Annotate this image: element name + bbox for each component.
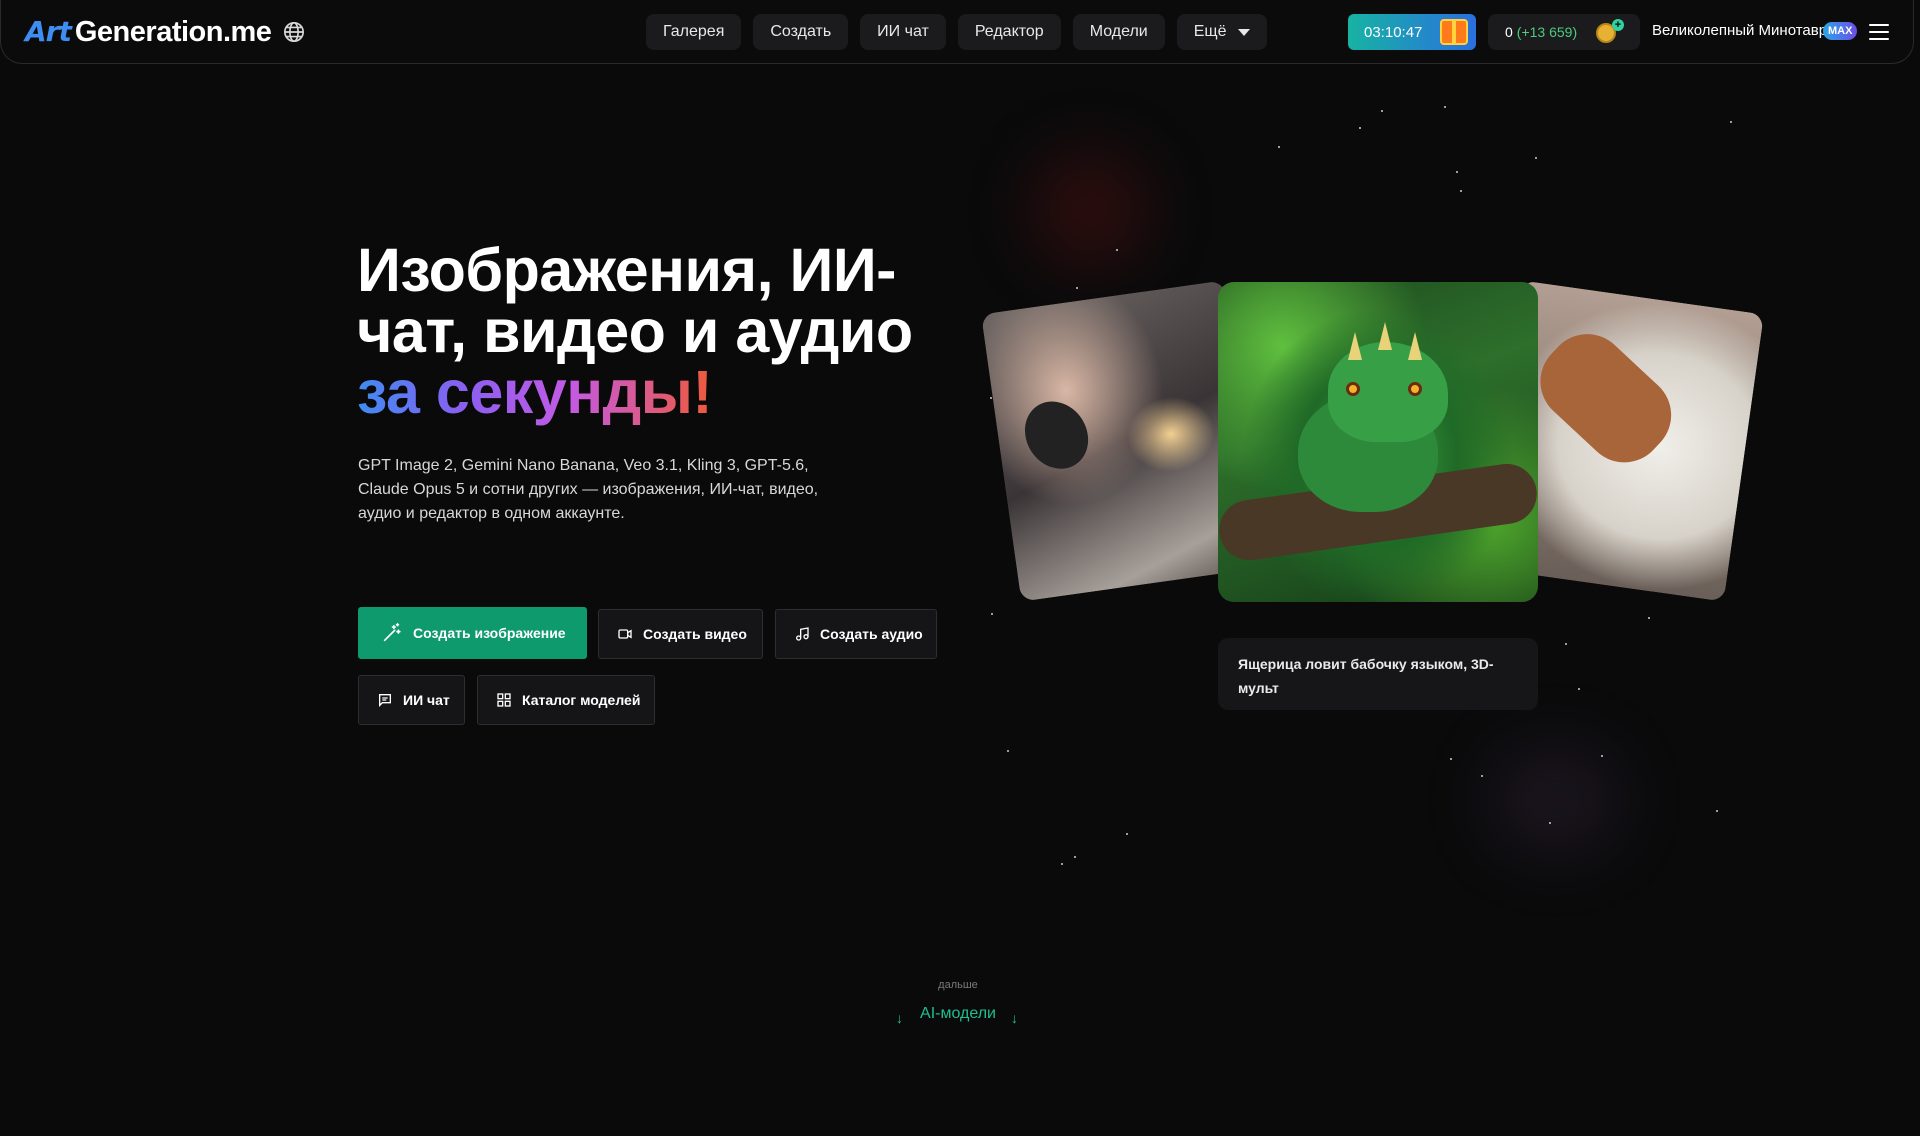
nav-editor-label: Редактор [974,23,1044,40]
image-detail [1348,332,1362,360]
nav-gallery[interactable]: Галерея [646,14,742,50]
user-name[interactable]: Великолепный Минотавр [1652,22,1827,39]
background-glow [1490,745,1620,855]
image-detail [1012,389,1101,481]
nav-ai-chat-label: ИИ чат [877,23,929,40]
background-glow [1030,150,1150,270]
star [1730,121,1732,123]
star [1381,110,1383,112]
arrow-down-icon: ↓ [896,1010,903,1026]
nav-models[interactable]: Модели [1072,14,1165,50]
arrow-down-icon: ↓ [1011,1010,1018,1026]
star [1450,758,1452,760]
create-image-button[interactable]: Создать изображение [358,607,587,659]
image-detail [1523,317,1688,479]
star [1460,190,1462,192]
ai-models-link[interactable]: AI-модели [0,1005,1916,1023]
star [1061,863,1063,865]
star [1116,249,1118,251]
globe-icon[interactable] [283,21,305,43]
nav-more-dropdown[interactable]: Ещё [1176,14,1268,50]
star [1481,775,1483,777]
logo-text: Generation.me [74,16,272,48]
nav-models-label: Модели [1089,23,1148,40]
star [1359,127,1361,129]
image-detail [1346,382,1360,396]
chat-icon [379,694,391,707]
star [1549,822,1551,824]
star [1074,856,1076,858]
hero-title-line1: Изображения, ИИ- [357,236,896,304]
balance-value: 0 [1505,24,1513,40]
ai-chat-button[interactable]: ИИ чат [358,675,465,725]
star [991,613,993,615]
model-catalog-button[interactable]: Каталог моделей [477,675,655,725]
create-video-button[interactable]: Создать видео [598,609,763,659]
image-caption: Ящерица ловит бабочку языком, 3D-мульт [1218,638,1538,710]
video-icon [618,629,632,639]
menu-icon[interactable] [1869,24,1889,40]
hero-title: Изображения, ИИ- чат, видео и аудио за с… [357,240,977,423]
nav-more-label: Ещё [1193,23,1227,40]
star [1456,171,1458,173]
promo-timer[interactable]: 03:10:47 [1348,14,1476,50]
magic-wand-icon [383,623,401,642]
grid-icon [497,693,511,707]
star [1444,106,1446,108]
star [1126,833,1128,835]
image-detail [1408,382,1422,396]
create-image-label: Создать изображение [413,625,566,641]
balance-widget[interactable]: 0 (+13 659) + [1488,14,1640,50]
chevron-down-icon [1238,28,1251,36]
nav-create[interactable]: Создать [753,14,849,50]
star [1601,755,1603,757]
image-detail [1408,332,1422,360]
nav-gallery-label: Галерея [663,23,725,40]
star [1076,287,1078,289]
hero-title-gradient: за секунды! [357,358,713,426]
star [1278,146,1280,148]
timer-value: 03:10:47 [1364,23,1423,41]
logo-art: Art [25,15,72,48]
add-coins-icon[interactable]: + [1612,19,1624,31]
gallery-image-dragon[interactable] [1218,282,1538,602]
create-video-label: Создать видео [643,626,747,642]
scroll-hint: дальше [938,979,978,991]
nav-ai-chat[interactable]: ИИ чат [860,14,946,50]
nav-create-label: Создать [770,23,832,40]
main-nav: Галерея Создать ИИ чат Редактор Модели Е… [646,14,1268,50]
star [1716,810,1718,812]
model-catalog-label: Каталог моделей [522,692,641,708]
top-header: Art Generation.me Галерея Создать ИИ чат… [0,0,1914,64]
hero-title-line2: чат, видео и аудио [357,297,913,365]
ai-chat-label: ИИ чат [403,692,450,708]
music-note-icon [796,627,809,641]
create-audio-label: Создать аудио [820,626,923,642]
image-detail [1378,322,1392,350]
create-audio-button[interactable]: Создать аудио [775,609,937,659]
plan-badge: MAX [1823,22,1858,40]
star [1578,688,1580,690]
balance-bonus: (+13 659) [1516,24,1578,40]
site-logo[interactable]: Art Generation.me [25,14,305,50]
star [1007,750,1009,752]
nav-editor[interactable]: Редактор [957,14,1061,50]
star [1535,157,1537,159]
gift-icon [1440,19,1468,45]
star [1565,643,1567,645]
hero-description: GPT Image 2, Gemini Nano Banana, Veo 3.1… [358,457,819,522]
star [990,397,992,399]
star [1648,617,1650,619]
